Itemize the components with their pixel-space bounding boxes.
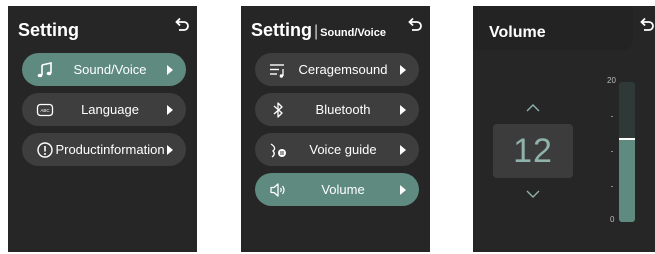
chevron-right-icon	[400, 65, 406, 75]
bluetooth-icon	[273, 102, 283, 118]
volume-slider[interactable]	[619, 82, 635, 222]
voice-guide-icon	[270, 143, 286, 158]
menu-item-label: Volume	[321, 182, 365, 197]
chevron-right-icon	[400, 105, 406, 115]
chevron-right-icon	[167, 105, 173, 115]
menu-item-volume[interactable]: Volume	[255, 173, 419, 206]
speaker-icon	[270, 183, 285, 197]
scale-tick	[611, 186, 613, 187]
chevron-right-icon	[400, 185, 406, 195]
volume-screen: Volume 12 20 0	[473, 6, 655, 252]
sound-list-icon	[270, 64, 284, 78]
menu-item-sound-voice[interactable]: Sound/Voice	[22, 53, 186, 86]
menu-item-ceragem-sound[interactable]: Ceragem sound	[255, 53, 419, 86]
screen-title: Setting | Sound/Voice	[251, 20, 386, 40]
settings-screen: Setting Sound/Voice ABC Language Product…	[8, 6, 197, 252]
music-note-icon	[37, 62, 52, 78]
menu-item-label: Language	[81, 102, 139, 117]
menu-item-bluetooth[interactable]: Bluetooth	[255, 93, 419, 126]
scale-tick	[611, 151, 613, 152]
sound-voice-screen: Setting | Sound/Voice Ceragem sound Bluetoo…	[241, 6, 430, 252]
chevron-right-icon	[167, 145, 173, 155]
chevron-up-icon[interactable]	[525, 103, 541, 113]
scale-max-label: 20	[607, 76, 616, 85]
info-icon	[37, 142, 53, 158]
screen-title: Volume	[489, 24, 546, 41]
chevron-down-icon[interactable]	[525, 189, 541, 199]
menu-item-label: Sound/Voice	[73, 62, 147, 77]
menu-item-product-information[interactable]: Product information	[22, 133, 186, 166]
volume-level-fill	[619, 138, 635, 222]
back-icon[interactable]	[173, 16, 189, 32]
menu-item-label: Voice guide	[309, 142, 377, 157]
volume-value: 12	[493, 124, 573, 178]
menu-item-voice-guide[interactable]: Voice guide	[255, 133, 419, 166]
svg-text:ABC: ABC	[40, 108, 50, 113]
chevron-right-icon	[167, 65, 173, 75]
menu-item-label: Ceragem sound	[298, 62, 388, 77]
abc-keyboard-icon: ABC	[36, 103, 54, 117]
chevron-right-icon	[400, 145, 406, 155]
screen-title: Setting	[18, 20, 79, 40]
back-icon[interactable]	[638, 16, 654, 32]
scale-tick	[611, 116, 613, 117]
menu-item-language[interactable]: ABC Language	[22, 93, 186, 126]
scale-min-label: 0	[610, 215, 615, 224]
menu-item-label: Bluetooth	[315, 102, 371, 117]
menu-item-label: Product information	[55, 142, 165, 157]
back-icon[interactable]	[406, 16, 422, 32]
